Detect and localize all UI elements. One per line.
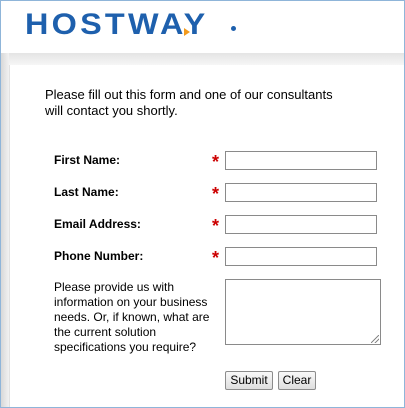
last-name-field[interactable] <box>225 183 377 202</box>
left-border-strip <box>1 53 9 407</box>
logo-arrow-icon <box>184 28 190 36</box>
required-asterisk: * <box>212 152 220 172</box>
business-needs-label: Please provide us with information on yo… <box>54 280 210 354</box>
resize-grip-icon[interactable] <box>371 335 379 343</box>
phone-number-label: Phone Number: <box>54 249 144 263</box>
required-asterisk: * <box>212 216 220 236</box>
required-asterisk: * <box>212 184 220 204</box>
required-asterisk: * <box>212 248 220 268</box>
email-address-label: Email Address: <box>54 217 141 231</box>
clear-button[interactable]: Clear <box>278 371 316 390</box>
left-border-line <box>9 65 10 407</box>
logo-dot-icon <box>231 26 236 31</box>
last-name-label: Last Name: <box>54 185 119 199</box>
phone-number-field[interactable] <box>225 247 377 266</box>
form-intro-text: Please fill out this form and one of our… <box>45 87 333 118</box>
first-name-field[interactable] <box>225 151 377 170</box>
first-name-label: First Name: <box>54 153 121 167</box>
page-frame: HOSTWAY Please fill out this form and on… <box>0 0 405 408</box>
header-divider <box>1 53 404 65</box>
header: HOSTWAY <box>1 1 404 53</box>
business-needs-textarea[interactable] <box>225 279 381 345</box>
email-address-field[interactable] <box>225 215 377 234</box>
hostway-logo: HOSTWAY <box>25 8 209 41</box>
submit-button[interactable]: Submit <box>225 371 273 390</box>
